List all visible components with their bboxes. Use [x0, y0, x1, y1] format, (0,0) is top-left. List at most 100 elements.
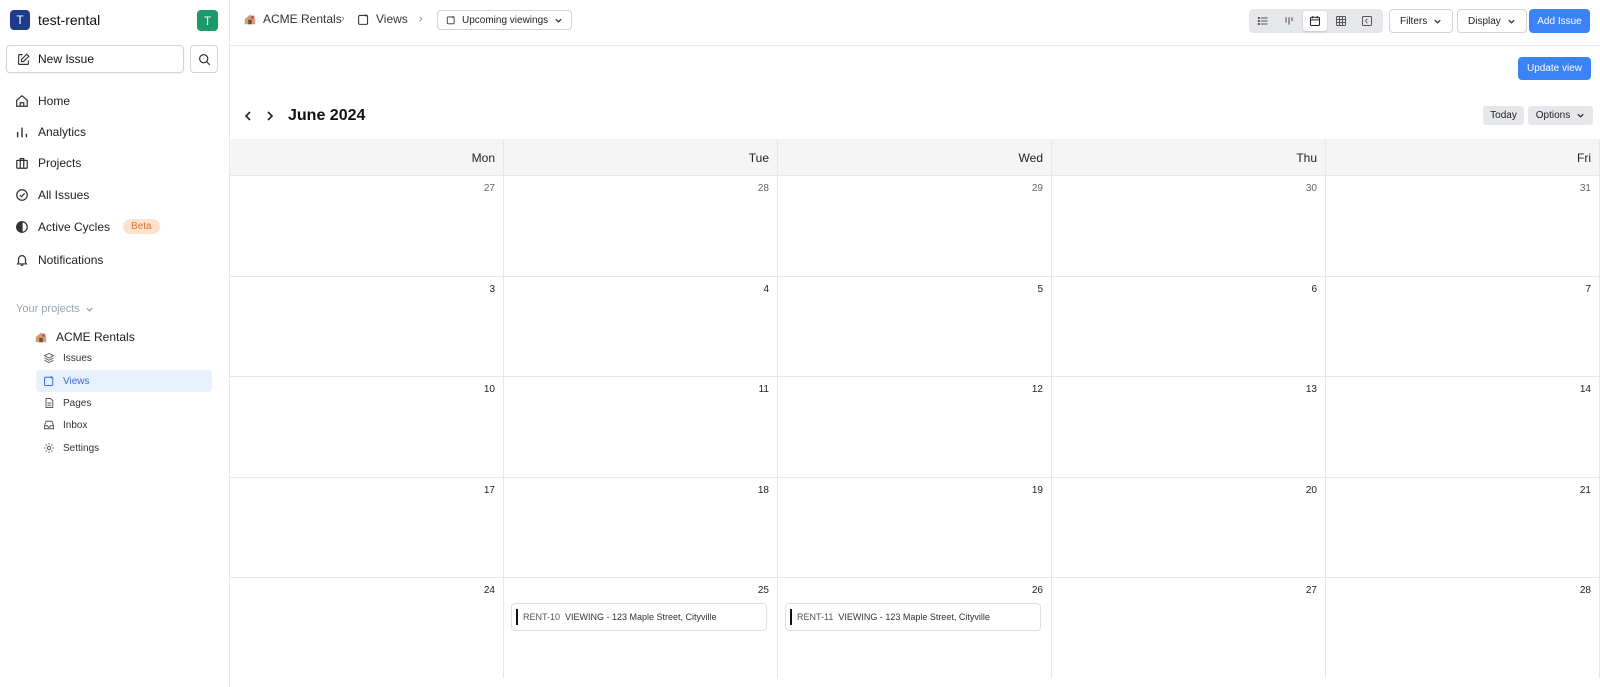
main-content: ACME Rentals › Views › Upcoming viewings	[230, 0, 1600, 687]
calendar-day[interactable]: 5	[778, 276, 1052, 376]
filters-label: Filters	[1400, 15, 1428, 27]
chevron-down-icon	[1508, 19, 1515, 24]
view-name: Upcoming viewings	[462, 14, 549, 26]
calendar-day[interactable]: 4	[504, 276, 778, 376]
calendar-event[interactable]: RENT-10 VIEWING - 123 Maple Street, City…	[511, 603, 767, 631]
beta-badge: Beta	[123, 219, 160, 234]
nav-active-cycles-label: Active Cycles	[38, 219, 111, 234]
day-number: 21	[1579, 484, 1591, 496]
sidebar-item-pages[interactable]: Pages	[36, 392, 212, 414]
display-dropdown[interactable]: Display	[1457, 9, 1527, 33]
chevron-down-icon	[1577, 113, 1584, 118]
calendar-day[interactable]: 18	[504, 477, 778, 577]
event-state-bar	[516, 609, 518, 625]
nav-home[interactable]: Home	[15, 94, 70, 108]
layout-calendar-button[interactable]	[1303, 11, 1327, 31]
breadcrumb-views[interactable]: Views	[357, 12, 408, 26]
view-selector-dropdown[interactable]: Upcoming viewings	[437, 10, 573, 30]
today-button[interactable]: Today	[1483, 106, 1524, 125]
calendar-navigation: June 2024	[242, 107, 365, 125]
calendar-week: 3 4 5 6 7	[230, 275, 1600, 376]
home-icon	[16, 94, 28, 107]
calendar-day[interactable]: 27	[230, 176, 504, 276]
chevron-left-icon[interactable]	[242, 110, 254, 122]
day-number: 19	[1031, 484, 1043, 496]
chevron-right-icon[interactable]	[264, 110, 276, 122]
nav-notifications[interactable]: Notifications	[15, 253, 103, 267]
sidebar-item-issues[interactable]: Issues	[36, 347, 212, 369]
sidebar-item-inbox[interactable]: Inbox	[36, 414, 212, 436]
calendar-day[interactable]: 21	[1326, 477, 1600, 577]
calendar-grid: Mon Tue Wed Thu Fri 27 28 29 30 31 3 4 5…	[230, 139, 1600, 678]
calendar-day[interactable]: 17	[230, 477, 504, 577]
calendar-day[interactable]: 30	[1052, 176, 1326, 276]
calendar-day[interactable]: 10	[230, 377, 504, 477]
nav-all-issues[interactable]: All Issues	[15, 188, 89, 202]
breadcrumb-project-label: ACME Rentals	[263, 12, 342, 26]
chevron-down-icon	[86, 307, 93, 312]
layout-gantt-button[interactable]	[1355, 11, 1379, 31]
calendar-day[interactable]: 28	[1326, 578, 1600, 678]
contrast-icon	[16, 220, 28, 233]
calendar-title: June 2024	[288, 107, 366, 124]
sidebar-item-settings[interactable]: Settings	[36, 437, 212, 459]
filters-dropdown[interactable]: Filters	[1389, 9, 1454, 33]
calendar-day[interactable]: 13	[1052, 377, 1326, 477]
day-number: 14	[1579, 384, 1591, 395]
weekday-header: Thu	[1052, 139, 1326, 175]
options-dropdown[interactable]: Options	[1528, 106, 1593, 125]
calendar-icon	[1309, 16, 1321, 27]
event-state-bar	[790, 609, 792, 625]
event-id: RENT-11	[797, 612, 834, 622]
edit-icon	[18, 52, 30, 65]
nav-analytics[interactable]: Analytics	[15, 125, 86, 139]
calendar-day[interactable]: 19	[778, 477, 1052, 577]
weekday-header: Mon	[230, 139, 504, 175]
project-acme-rentals[interactable]: ACME Rentals	[34, 330, 135, 344]
calendar-day[interactable]: 20	[1052, 477, 1326, 577]
new-issue-button[interactable]: New Issue	[6, 45, 184, 73]
calendar-event[interactable]: RENT-11 VIEWING - 123 Maple Street, City…	[785, 603, 1041, 631]
sidebar-item-views[interactable]: Views	[36, 370, 212, 392]
calendar-week: 24 25 RENT-10 VIEWING - 123 Maple Street…	[230, 577, 1600, 678]
user-avatar[interactable]: T	[197, 10, 218, 31]
calendar-day[interactable]: 28	[504, 176, 778, 276]
calendar-day[interactable]: 7	[1326, 276, 1600, 376]
project-emoji-icon	[35, 332, 47, 343]
nav-projects[interactable]: Projects	[15, 156, 81, 170]
day-number: 27	[483, 183, 495, 194]
layout-list-button[interactable]	[1251, 11, 1275, 31]
nav-active-cycles[interactable]: Active Cycles Beta	[15, 219, 160, 234]
workspace-name: test-rental	[38, 12, 101, 28]
calendar-day[interactable]: 26 RENT-11 VIEWING - 123 Maple Street, C…	[778, 578, 1052, 678]
breadcrumb-project[interactable]: ACME Rentals	[243, 12, 342, 26]
event-title: VIEWING - 123 Maple Street, Cityville	[838, 612, 990, 622]
layout-kanban-button[interactable]	[1277, 11, 1301, 31]
calendar-day[interactable]: 14	[1326, 377, 1600, 477]
search-button[interactable]	[190, 45, 218, 73]
nav-notifications-label: Notifications	[38, 253, 104, 267]
calendar-day[interactable]: 24	[230, 578, 504, 678]
calendar-day[interactable]: 3	[230, 276, 504, 376]
calendar-day[interactable]: 11	[504, 377, 778, 477]
day-number: 25	[757, 585, 769, 596]
update-view-button[interactable]: Update view	[1518, 57, 1591, 80]
workspace-switcher[interactable]: T test-rental	[10, 10, 100, 30]
add-issue-button[interactable]: Add Issue	[1529, 9, 1590, 33]
calendar-day[interactable]: 29	[778, 176, 1052, 276]
search-icon	[198, 53, 210, 65]
calendar-day[interactable]: 27	[1052, 578, 1326, 678]
layout-spreadsheet-button[interactable]	[1329, 11, 1353, 31]
day-number: 13	[1305, 384, 1317, 395]
day-number: 7	[1585, 283, 1591, 295]
calendar-day[interactable]: 25 RENT-10 VIEWING - 123 Maple Street, C…	[504, 578, 778, 678]
calendar-day[interactable]: 12	[778, 377, 1052, 477]
calendar-day[interactable]: 31	[1326, 176, 1600, 276]
calendar-day[interactable]: 6	[1052, 276, 1326, 376]
day-number: 11	[758, 384, 769, 395]
display-label: Display	[1468, 15, 1501, 27]
your-projects-toggle[interactable]: Your projects	[16, 303, 94, 315]
calendar-week: 17 18 19 20 21	[230, 476, 1600, 577]
views-icon	[358, 13, 369, 25]
sidebar-item-label: Pages	[63, 397, 92, 409]
